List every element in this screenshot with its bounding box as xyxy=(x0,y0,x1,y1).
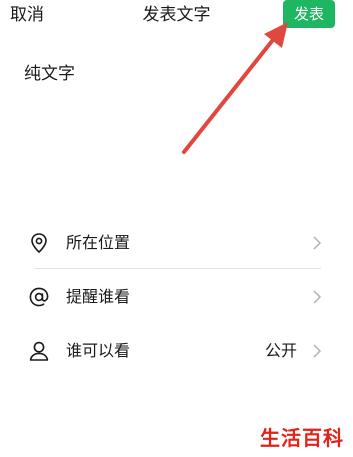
post-text-input[interactable]: 纯文字 xyxy=(24,62,324,162)
top-bar: 取消 发表文字 发表 xyxy=(0,0,353,30)
visibility-value: 公开 xyxy=(264,341,297,360)
publish-text-screen: 取消 发表文字 发表 纯文字 所在位置 提醒谁看 谁可以看 公开 生活百科 xyxy=(0,0,353,457)
publish-button[interactable]: 发表 xyxy=(283,0,335,28)
location-row[interactable]: 所在位置 xyxy=(0,218,353,268)
location-label: 所在位置 xyxy=(66,233,131,252)
visibility-row[interactable]: 谁可以看 公开 xyxy=(0,326,353,376)
person-icon xyxy=(29,341,49,361)
visibility-label: 谁可以看 xyxy=(66,341,131,360)
divider xyxy=(34,268,321,269)
location-pin-icon xyxy=(31,233,47,254)
chevron-right-icon xyxy=(313,344,322,358)
chevron-right-icon xyxy=(313,236,322,250)
chevron-right-icon xyxy=(313,290,322,304)
watermark-text: 生活百科 xyxy=(260,426,344,450)
remind-row[interactable]: 提醒谁看 xyxy=(0,272,353,322)
remind-label: 提醒谁看 xyxy=(66,287,131,306)
at-sign-icon xyxy=(29,287,49,307)
